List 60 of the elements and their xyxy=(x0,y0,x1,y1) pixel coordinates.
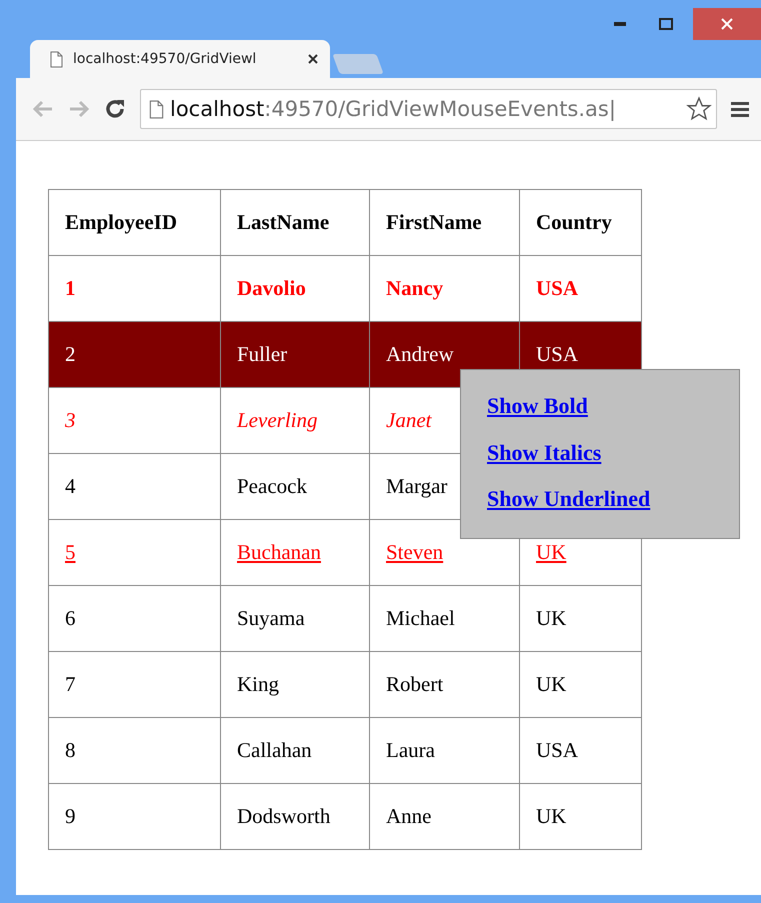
table-cell: Janet xyxy=(386,408,432,432)
tab-title: localhost:49570/GridViewl xyxy=(73,51,258,67)
table-cell: Andrew xyxy=(386,342,454,366)
column-header: EmployeeID xyxy=(48,190,220,256)
table-cell: Michael xyxy=(386,606,455,630)
table-cell: Davolio xyxy=(237,276,306,300)
url-text: localhost:49570/GridViewMouseEvents.as| xyxy=(170,97,617,121)
table-cell: Callahan xyxy=(237,738,312,762)
menu-link[interactable]: Show Italics xyxy=(487,438,602,468)
table-cell: 1 xyxy=(65,276,76,300)
table-cell: Dodsworth xyxy=(237,804,330,828)
maximize-icon xyxy=(659,18,673,30)
table-cell: UK xyxy=(536,540,566,564)
table-cell: 8 xyxy=(65,738,76,762)
address-bar[interactable]: localhost:49570/GridViewMouseEvents.as| xyxy=(140,89,717,129)
table-cell: 6 xyxy=(65,606,76,630)
column-header: Country xyxy=(520,190,642,256)
table-cell: Anne xyxy=(386,804,432,828)
table-cell: 7 xyxy=(65,672,76,696)
table-cell: USA xyxy=(536,276,578,300)
table-cell: UK xyxy=(536,804,566,828)
column-header: LastName xyxy=(220,190,370,256)
table-cell: 4 xyxy=(65,474,76,498)
table-cell: Nancy xyxy=(386,276,444,300)
table-cell: USA xyxy=(536,738,578,762)
table-cell: Leverling xyxy=(237,408,318,432)
star-icon[interactable] xyxy=(686,96,712,122)
minimize-icon xyxy=(614,22,626,26)
table-cell: USA xyxy=(536,342,578,366)
reload-icon[interactable] xyxy=(104,98,126,120)
table-row[interactable]: 2 Fuller Andrew USA xyxy=(48,322,642,388)
table-row[interactable]: 9 Dodsworth Anne UK xyxy=(48,784,642,850)
table-row[interactable]: 6 Suyama Michael UK xyxy=(48,586,642,652)
table-cell: 9 xyxy=(65,804,76,828)
table-cell: 5 xyxy=(65,540,76,564)
close-icon xyxy=(721,18,733,30)
table-cell: UK xyxy=(536,606,566,630)
table-cell: Fuller xyxy=(237,342,288,366)
menu-link[interactable]: Show Underlined xyxy=(487,485,650,514)
page-icon xyxy=(149,100,164,118)
close-tab-icon[interactable] xyxy=(308,54,318,64)
table-cell: Peacock xyxy=(237,474,307,498)
table-cell: 3 xyxy=(65,408,76,432)
table-cell: 2 xyxy=(65,342,76,366)
table-row[interactable]: 7 King Robert UK xyxy=(48,652,642,718)
table-cell: King xyxy=(237,672,279,696)
table-cell: Laura xyxy=(386,738,435,762)
table-cell: UK xyxy=(536,672,566,696)
browser-tab[interactable]: localhost:49570/GridViewl xyxy=(30,40,330,78)
table-cell: Robert xyxy=(386,672,444,696)
page-icon xyxy=(50,50,63,68)
menu-link[interactable]: Show Bold xyxy=(487,392,588,421)
table-cell: Suyama xyxy=(237,606,305,630)
column-header: FirstName xyxy=(370,190,520,256)
table-cell: Margar xyxy=(386,474,448,498)
table-row[interactable]: 8 Callahan Laura USA xyxy=(48,718,642,784)
close-button[interactable] xyxy=(693,8,761,40)
table-cell: Steven xyxy=(386,540,444,564)
table-cell: Buchanan xyxy=(237,540,321,564)
menu-icon[interactable] xyxy=(731,101,749,117)
